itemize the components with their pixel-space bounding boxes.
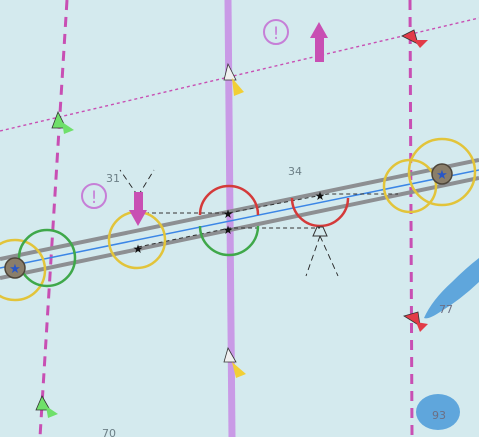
- platform-left-star: ★: [9, 262, 21, 277]
- pier-marker-5: ★: [315, 189, 326, 203]
- platform-left: ★: [4, 257, 26, 279]
- nautical-chart[interactable]: ★ ★ ★ ★ ★ ★ ★ ! !: [0, 0, 479, 437]
- svg-text:!: !: [273, 24, 280, 44]
- sounding-31: 31: [106, 172, 120, 185]
- sounding-93: 93: [432, 409, 446, 422]
- sounding-70: 70: [102, 427, 116, 437]
- platform-right-star: ★: [436, 168, 448, 183]
- pier-marker-3: ★: [223, 207, 234, 221]
- svg-text:!: !: [91, 188, 98, 208]
- sounding-77: 77: [439, 303, 453, 316]
- pier-marker-2: ★: [133, 242, 144, 256]
- sounding-34: 34: [288, 165, 302, 178]
- platform-right: ★: [431, 163, 453, 185]
- pier-marker-4: ★: [223, 223, 234, 237]
